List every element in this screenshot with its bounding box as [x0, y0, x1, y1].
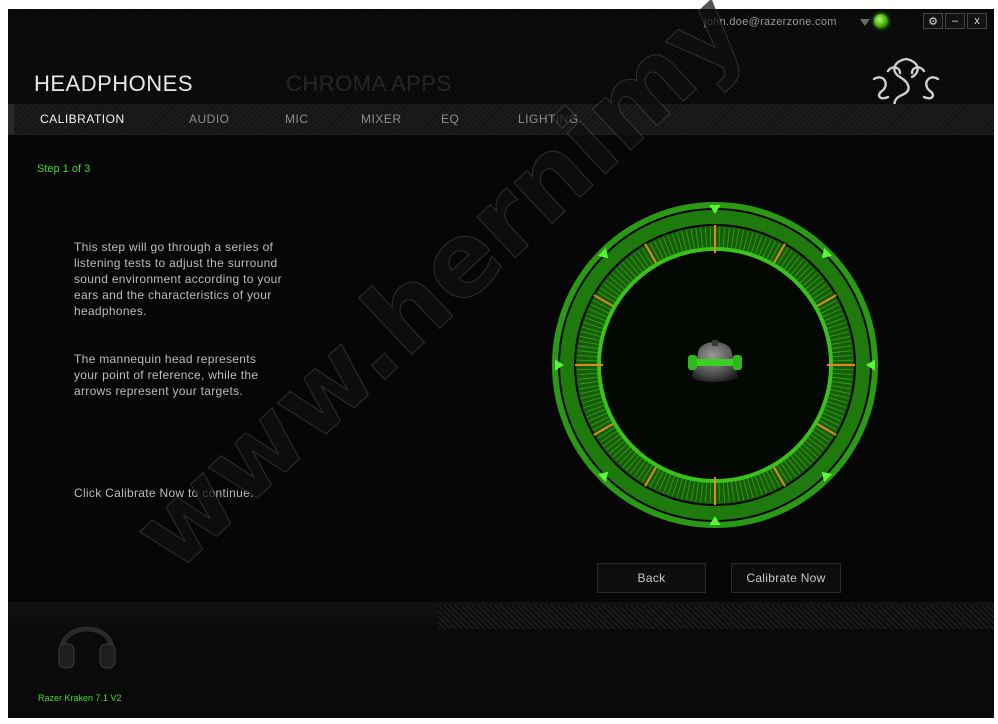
settings-button[interactable]: ⚙ — [923, 13, 943, 29]
chevron-down-icon[interactable] — [860, 19, 870, 26]
calibration-ring — [552, 202, 878, 528]
window-controls: ⚙ – x — [923, 13, 987, 29]
description-line: ears and the characteristics of your — [74, 288, 272, 302]
description-line: your point of reference, while the — [74, 368, 259, 382]
tab-eq[interactable]: EQ — [441, 112, 459, 126]
header: HEADPHONES CHROMA APPS john.doe@razerzon… — [8, 9, 994, 129]
footer-pattern — [438, 605, 994, 629]
description-line: The mannequin head represents — [74, 352, 257, 366]
step-indicator: Step 1 of 3 — [37, 163, 91, 175]
headset-icon — [58, 626, 116, 669]
tab-lighting[interactable]: LIGHTING — [518, 112, 579, 126]
description-line: listening tests to adjust the surround — [74, 256, 278, 270]
device-name: Razer Kraken 7.1 V2 — [38, 693, 122, 703]
tab-mixer[interactable]: MIXER — [361, 112, 402, 126]
close-button[interactable]: x — [967, 13, 987, 29]
chroma-apps-title[interactable]: CHROMA APPS — [286, 71, 452, 97]
description-line: This step will go through a series of — [74, 240, 274, 254]
page-title: HEADPHONES — [34, 71, 194, 96]
calibrate-now-button[interactable]: Calibrate Now — [731, 563, 841, 593]
tab-bar: CALIBRATION AUDIO MIC MIXER EQ LIGHTING — [8, 104, 994, 135]
tab-audio[interactable]: AUDIO — [189, 112, 230, 126]
tab-calibration[interactable]: CALIBRATION — [40, 112, 125, 126]
description-line: sound environment according to your — [74, 272, 282, 286]
description-paragraph-2: The mannequin head represents your point… — [74, 351, 334, 399]
tab-mic[interactable]: MIC — [285, 112, 309, 126]
instruction-text: Click Calibrate Now to continue. — [74, 486, 254, 500]
description-line: headphones. — [74, 304, 147, 318]
description-paragraph-1: This step will go through a series of li… — [74, 239, 334, 319]
description-line: arrows represent your targets. — [74, 384, 244, 398]
status-indicator-icon[interactable] — [874, 14, 888, 28]
footer — [8, 602, 994, 718]
tab-indicator — [8, 104, 14, 134]
back-button[interactable]: Back — [597, 563, 706, 593]
minimize-button[interactable]: – — [945, 13, 965, 29]
account-email[interactable]: john.doe@razerzone.com — [704, 16, 837, 28]
